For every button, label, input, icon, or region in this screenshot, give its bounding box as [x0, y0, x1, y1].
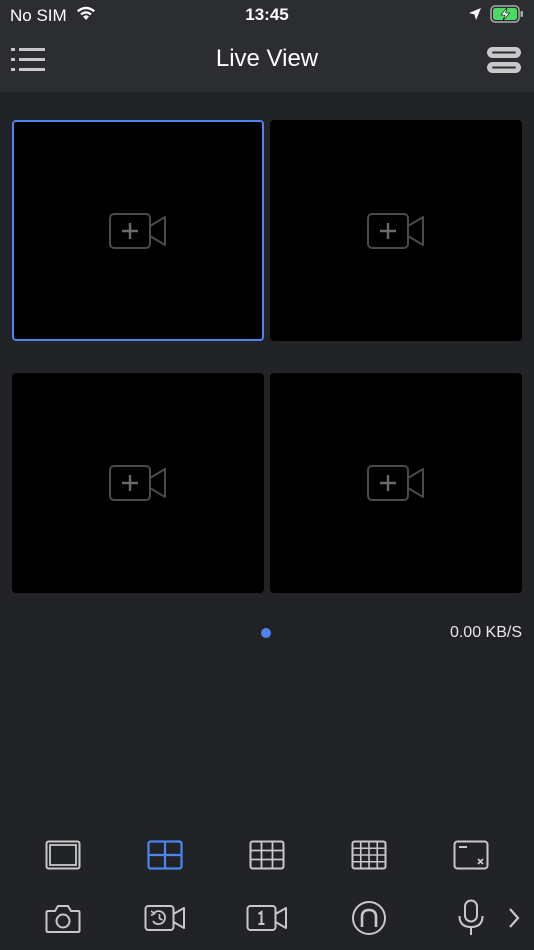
video-tile-2[interactable] — [270, 120, 522, 341]
video-tile-1[interactable] — [12, 120, 264, 341]
location-arrow-icon — [468, 7, 482, 26]
chevron-right-icon — [509, 908, 520, 928]
close-all-views-button[interactable] — [449, 835, 493, 875]
status-time: 13:45 — [245, 5, 289, 24]
playback-icon — [144, 905, 185, 931]
live-view-screen: No SIM 13:45 Live View 0.00 KB/S — [0, 0, 534, 950]
device-list-button[interactable] — [486, 44, 522, 76]
sixteen-view-button[interactable] — [347, 835, 391, 875]
video-tile-4[interactable] — [270, 373, 522, 593]
snapshot-icon — [45, 905, 81, 933]
add-camera-icon[interactable] — [109, 212, 167, 249]
more-tools-button[interactable] — [500, 898, 528, 938]
single-view-button[interactable] — [41, 835, 85, 875]
ptz-icon — [352, 901, 386, 935]
add-camera-icon[interactable] — [367, 212, 425, 249]
add-camera-icon[interactable] — [367, 465, 425, 501]
nine-view-icon — [249, 840, 285, 870]
page-title: Live View — [215, 45, 319, 72]
video-tile-3[interactable] — [12, 373, 264, 593]
single-view-icon — [45, 840, 81, 870]
header: Live View — [0, 30, 534, 92]
microphone-button[interactable] — [449, 898, 493, 938]
status-bar: No SIM 13:45 — [0, 0, 534, 30]
battery-charging-icon — [490, 5, 524, 28]
record-button[interactable] — [245, 898, 289, 938]
playback-button[interactable] — [143, 898, 187, 938]
bitrate-readout: 0.00 KB/S — [449, 624, 522, 641]
four-view-icon — [147, 840, 183, 870]
status-right — [468, 5, 524, 28]
ptz-button[interactable] — [347, 898, 391, 938]
record-icon — [246, 905, 287, 931]
sixteen-view-icon — [351, 840, 387, 870]
nine-view-button[interactable] — [245, 835, 289, 875]
four-view-button[interactable] — [143, 835, 187, 875]
add-camera-icon[interactable] — [109, 465, 167, 501]
snapshot-button[interactable] — [41, 898, 85, 938]
device-list-icon — [487, 47, 521, 73]
page-indicator-dot — [261, 628, 271, 638]
close-all-views-icon — [453, 840, 489, 870]
microphone-icon — [458, 899, 484, 935]
